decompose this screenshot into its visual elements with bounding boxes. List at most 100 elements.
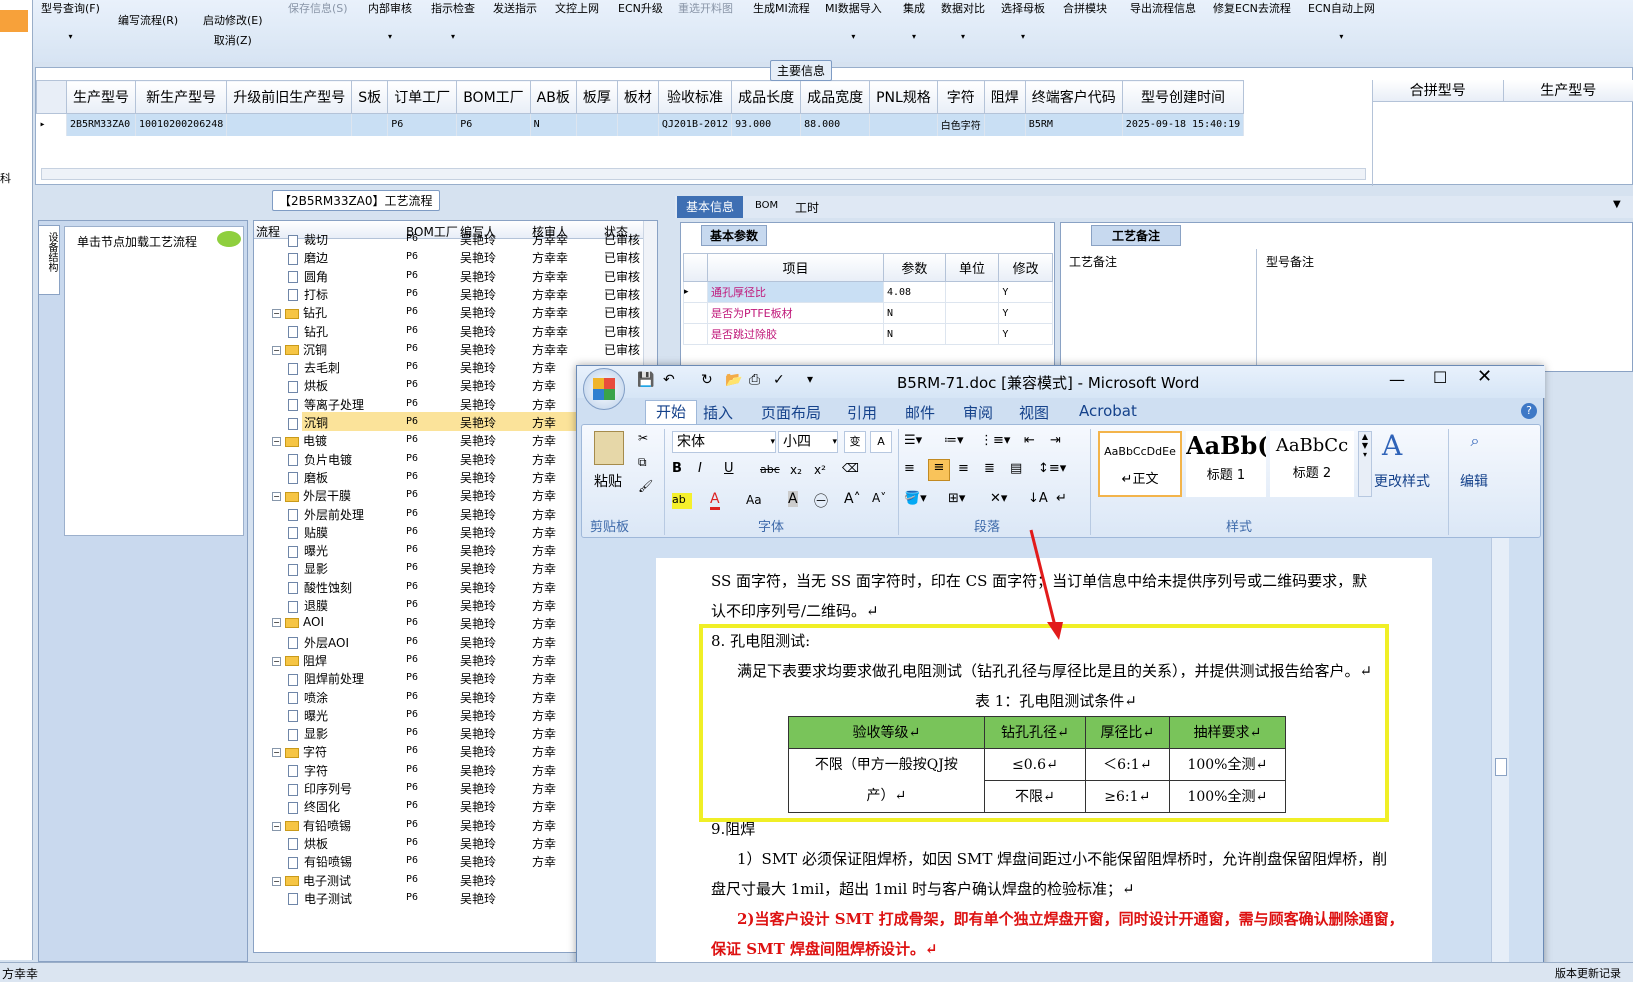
collapse-icon[interactable]: − [272, 618, 281, 628]
param-cell[interactable]: 是否为PTFE板材 [707, 302, 884, 324]
align-left-icon[interactable]: ≡ [904, 461, 915, 476]
edit-button[interactable]: 编辑 [1460, 471, 1488, 491]
column-header[interactable]: 新生产型号 [134, 80, 228, 114]
param-column-header[interactable]: 单位 [944, 253, 1000, 282]
collapse-icon[interactable]: − [272, 492, 281, 502]
enclose-char-icon[interactable]: ㊀ [814, 491, 828, 511]
column-header[interactable]: 验收标准 [657, 80, 733, 114]
chevron-down-icon[interactable]: ▾ [941, 32, 985, 41]
paste-button[interactable]: 粘贴 [594, 471, 622, 491]
toolbar-button-4[interactable]: 内部审核 ▾ [368, 0, 412, 41]
tree-row[interactable]: 圆角 P6 吴艳玲 方幸幸 已审核 [254, 266, 657, 285]
redo-icon[interactable]: ↻ [701, 372, 713, 388]
numbering-icon[interactable]: ≔▾ [944, 433, 964, 448]
grid-cell[interactable]: N [530, 113, 577, 136]
toolbar-button-13[interactable]: 数据对比 ▾ [941, 0, 985, 41]
nav-highlight[interactable] [0, 10, 28, 32]
column-header[interactable]: 升级前旧生产型号 [226, 80, 353, 114]
multilevel-list-icon[interactable]: ⋮≡▾ [980, 433, 1010, 448]
toolbar-button-7[interactable]: 文控上网 [555, 0, 599, 16]
collapse-icon[interactable]: − [272, 748, 281, 758]
distribute-icon[interactable]: ▤ [1010, 461, 1022, 476]
ribbon-tab[interactable]: 视图 [1019, 402, 1049, 423]
binoculars-icon[interactable]: ⌕ [1460, 431, 1490, 461]
toolbar-button-15[interactable]: 合拼模块 [1063, 0, 1107, 16]
toolbar-button-3[interactable]: 保存信息(S) [288, 0, 348, 16]
column-header[interactable]: 型号创建时间 [1121, 80, 1245, 114]
open-folder-icon[interactable]: 📂 [725, 372, 742, 388]
font-size-select[interactable]: 小四 ▾ [778, 431, 838, 453]
show-marks-icon[interactable]: ↵ [1056, 491, 1067, 506]
copy-icon[interactable]: ⧉ [638, 455, 647, 470]
tree-row[interactable]: − 钻孔 P6 吴艳玲 方幸幸 已审核 [254, 302, 657, 321]
grid-cell[interactable] [226, 113, 353, 136]
save-icon[interactable]: 💾 [637, 372, 654, 388]
toolbar-button-5[interactable]: 指示检查 ▾ [431, 0, 475, 41]
param-column-header[interactable]: 项目 [707, 253, 884, 282]
param-cell[interactable] [944, 323, 1000, 345]
increase-indent-icon[interactable]: ⇥ [1050, 433, 1061, 448]
toolbar-button-10[interactable]: 生成MI流程 [753, 0, 810, 16]
grid-cell[interactable] [351, 113, 389, 136]
style-heading-1[interactable]: AaBb( 标题 1 [1186, 431, 1266, 497]
decrease-indent-icon[interactable]: ⇤ [1024, 433, 1035, 448]
change-styles-button[interactable]: 更改样式 [1374, 471, 1430, 491]
undo-icon[interactable]: ↶ [663, 372, 675, 388]
style-heading-2[interactable]: AaBbCc 标题 2 [1270, 431, 1354, 497]
column-header[interactable]: PNL规格 [869, 80, 938, 114]
style-normal[interactable]: AaBbCcDdEe ↵正文 [1098, 431, 1182, 497]
column-header[interactable]: 终端客户代码 [1024, 80, 1123, 114]
chevron-down-icon[interactable]: ▾ [41, 32, 100, 41]
grow-font-icon[interactable]: A˄ [844, 491, 861, 507]
superscript-icon[interactable]: x² [814, 463, 826, 477]
version-log-link[interactable]: 版本更新记录 [1555, 965, 1621, 981]
device-structure-tab[interactable]: 设备结构 [38, 225, 60, 295]
tab-hours[interactable]: 工时 [795, 199, 819, 216]
toolbar-button-8[interactable]: ECN升级 [618, 0, 663, 16]
change-styles-icon[interactable]: A [1382, 429, 1402, 462]
toolbar-button-9[interactable]: 重选开料图 [678, 0, 733, 16]
param-cell[interactable]: Y [998, 302, 1053, 324]
help-icon[interactable]: ? [1521, 403, 1537, 419]
toolbar-button-11[interactable]: MI数据导入 ▾ [825, 0, 882, 41]
ribbon-tab[interactable]: 引用 [847, 402, 877, 423]
justify-icon[interactable]: ≣ [984, 461, 995, 476]
toolbar-button-14[interactable]: 选择母板 ▾ [1001, 0, 1045, 41]
tab-bom[interactable]: BOM [755, 200, 778, 211]
align-right-icon[interactable]: ≡ [958, 461, 969, 476]
align-center-icon[interactable]: ≡ [928, 459, 950, 481]
toolbar-button-17[interactable]: 修复ECN去流程 [1213, 0, 1291, 16]
line-spacing-icon[interactable]: ↕≡▾ [1038, 461, 1066, 476]
grid-cell[interactable]: 白色字符 [937, 113, 985, 136]
grid-cell[interactable]: 93.000 [731, 113, 802, 136]
grid-cell[interactable]: 2B5RM33ZA0 [66, 113, 136, 136]
merge-column-header[interactable]: 合拼型号 [1373, 80, 1504, 102]
chevron-down-icon[interactable]: ▾ [1001, 32, 1045, 41]
change-case-icon[interactable]: Aa [746, 493, 762, 507]
word-vertical-scrollbar[interactable] [1491, 538, 1509, 982]
cut-icon[interactable]: ✂ [638, 431, 648, 445]
sort-icon[interactable]: ↓A [1028, 491, 1048, 506]
ribbon-tab[interactable]: 插入 [703, 402, 733, 423]
toolbar-button-2[interactable]: 启动修改(E) 取消(Z) [203, 12, 263, 48]
tab-basic-params[interactable]: 基本参数 [701, 225, 768, 246]
chevron-down-icon[interactable]: ▾ [368, 32, 412, 41]
shading-icon[interactable]: 🪣▾ [904, 491, 927, 506]
styles-scroll[interactable]: ▲ ▼ ▾ [1358, 431, 1372, 497]
column-header[interactable]: 生产型号 [66, 80, 136, 114]
format-painter-icon[interactable]: 🖌 [638, 479, 653, 493]
param-cell[interactable]: Y [998, 281, 1053, 303]
grid-cell[interactable] [984, 113, 1026, 136]
column-header[interactable]: 板材 [616, 80, 659, 114]
ribbon-tab[interactable]: 邮件 [905, 402, 935, 423]
font-name-select[interactable]: 宋体 ▾ [672, 431, 776, 453]
highlight-color-icon[interactable]: ab [672, 493, 692, 509]
column-header[interactable]: 字符 [936, 80, 985, 114]
grid-cell[interactable] [576, 113, 618, 136]
toolbar-sub-label[interactable]: 取消(Z) [203, 32, 263, 48]
tree-row[interactable]: 钻孔 P6 吴艳玲 方幸幸 已审核 [254, 321, 657, 340]
grid-cell[interactable]: B5RM [1025, 113, 1123, 136]
column-header[interactable]: 板厚 [575, 80, 618, 114]
tree-row[interactable]: − 沉铜 P6 吴艳玲 方幸幸 已审核 [254, 339, 657, 358]
column-header[interactable]: 订单工厂 [387, 80, 458, 114]
